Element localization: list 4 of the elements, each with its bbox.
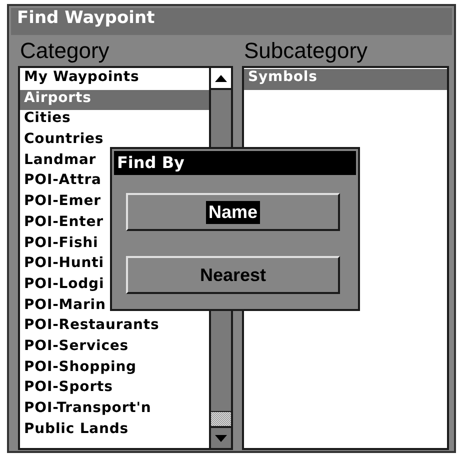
column-heading: Subcategory — [243, 37, 369, 65]
column-heading: Category — [19, 37, 110, 65]
window-title: Find Waypoint — [11, 8, 452, 35]
dialog-title: Find By — [114, 151, 356, 175]
